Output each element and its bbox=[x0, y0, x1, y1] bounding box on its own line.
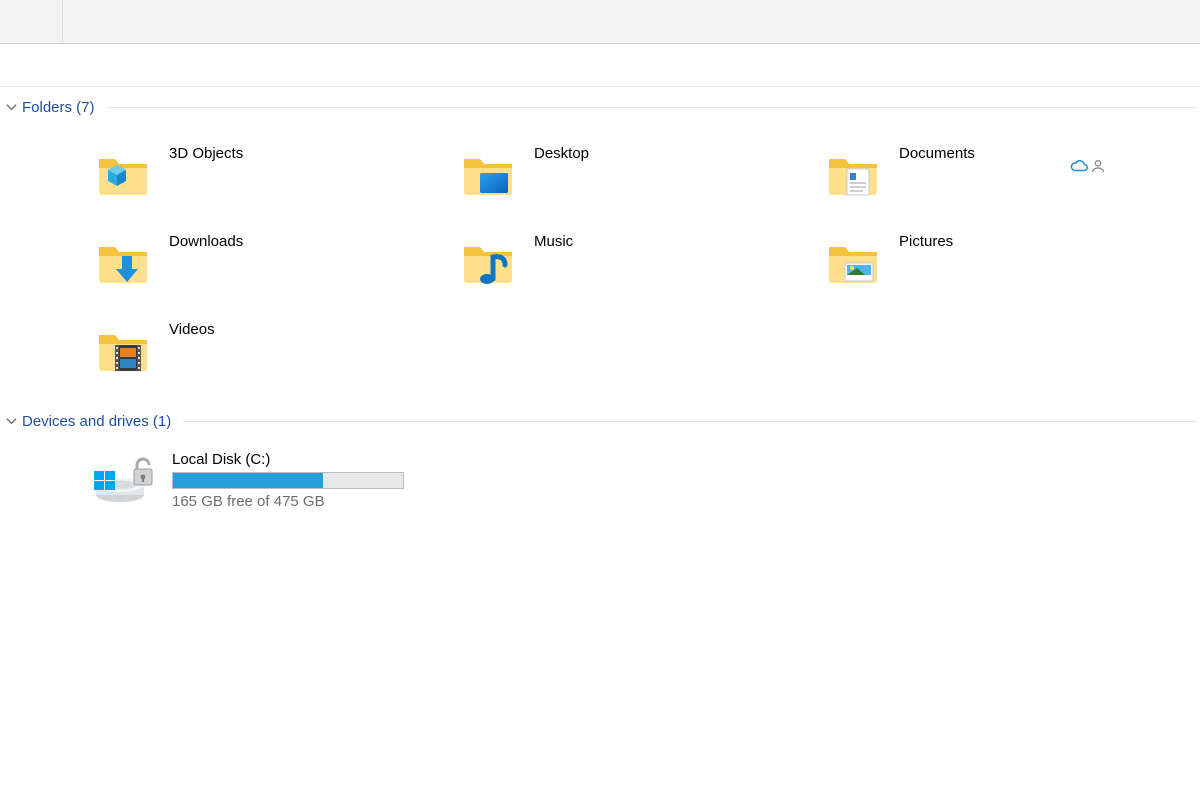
section-header-drives[interactable]: Devices and drives (1) bbox=[0, 407, 1200, 435]
section-label: Devices and drives (1) bbox=[22, 413, 171, 430]
folder-pictures[interactable]: Pictures bbox=[825, 233, 1190, 291]
section-header-folders[interactable]: Folders (7) bbox=[0, 93, 1200, 121]
folder-icon-downloads bbox=[95, 238, 151, 286]
folder-label: Videos bbox=[169, 321, 215, 338]
section-rule bbox=[107, 107, 1197, 108]
folder-desktop[interactable]: Desktop bbox=[460, 145, 825, 203]
folder-documents[interactable]: Documents bbox=[825, 145, 1190, 203]
folder-label: Downloads bbox=[169, 233, 243, 250]
folder-label: 3D Objects bbox=[169, 145, 243, 162]
folders-grid: 3D Objects Desktop bbox=[0, 121, 1200, 389]
folder-downloads[interactable]: Downloads bbox=[95, 233, 460, 291]
folder-icon-pictures bbox=[825, 238, 881, 286]
folder-label: Pictures bbox=[899, 233, 953, 250]
chevron-down-icon bbox=[0, 102, 22, 113]
drive-name: Local Disk (C:) bbox=[172, 451, 404, 468]
folder-icon-documents bbox=[825, 150, 881, 198]
drive-subtext: 165 GB free of 475 GB bbox=[172, 493, 404, 510]
folder-label: Desktop bbox=[534, 145, 589, 162]
content-area: Folders (7) 3D Objects bbox=[0, 87, 1200, 520]
folder-videos[interactable]: Videos bbox=[95, 321, 460, 379]
section-rule bbox=[183, 421, 1197, 422]
folder-icon-music bbox=[460, 238, 516, 286]
drive-icon bbox=[94, 451, 158, 505]
person-icon bbox=[1090, 158, 1106, 174]
chevron-down-icon bbox=[0, 416, 22, 427]
drive-info: Local Disk (C:) 165 GB free of 475 GB bbox=[172, 451, 404, 510]
ribbon-separator bbox=[0, 0, 63, 43]
cloud-icon bbox=[1070, 157, 1088, 175]
folder-label: Documents bbox=[899, 145, 975, 162]
drive-local-disk-c[interactable]: Local Disk (C:) 165 GB free of 475 GB bbox=[0, 435, 1200, 520]
address-strip bbox=[0, 44, 1200, 87]
folder-label: Music bbox=[534, 233, 573, 250]
drive-usage-bar bbox=[172, 472, 404, 489]
folder-music[interactable]: Music bbox=[460, 233, 825, 291]
folder-icon-videos bbox=[95, 326, 151, 374]
folder-icon-desktop bbox=[460, 150, 516, 198]
ribbon-strip bbox=[0, 0, 1200, 44]
sync-status-icons bbox=[1070, 157, 1106, 175]
folder-icon-3d bbox=[95, 150, 151, 198]
folder-3d-objects[interactable]: 3D Objects bbox=[95, 145, 460, 203]
drive-usage-fill bbox=[173, 473, 323, 488]
section-label: Folders (7) bbox=[22, 99, 95, 116]
